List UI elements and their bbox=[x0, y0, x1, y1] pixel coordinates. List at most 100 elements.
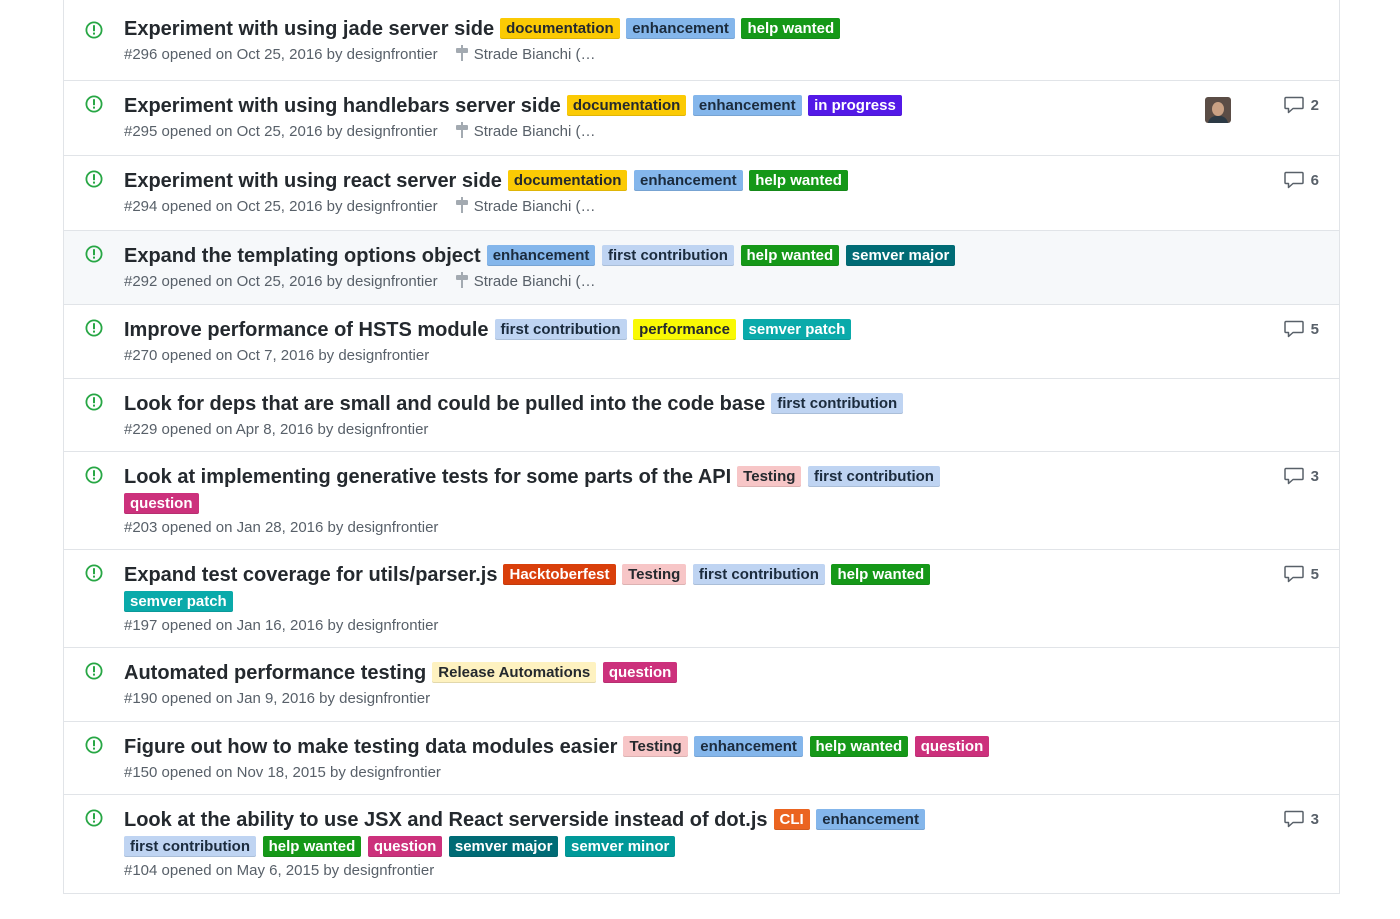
issue-title-link[interactable]: Look for deps that are small and could b… bbox=[124, 393, 765, 415]
comment-count: 5 bbox=[1310, 565, 1319, 583]
comment-icon bbox=[1283, 320, 1304, 338]
label-in-progress[interactable]: in progress bbox=[808, 95, 902, 116]
issue-opened-info: #203 opened on Jan 28, 2016 by designfro… bbox=[124, 519, 439, 536]
label-testing[interactable]: Testing bbox=[623, 736, 688, 757]
milestone-link[interactable]: Strade Bianchi (… bbox=[454, 122, 596, 140]
title-line: Experiment with using jade server side do… bbox=[124, 16, 1024, 42]
title-line: Automated performance testing Release Aut… bbox=[124, 660, 1024, 686]
label-performance[interactable]: performance bbox=[633, 319, 736, 340]
label-documentation[interactable]: documentation bbox=[500, 18, 620, 39]
issue-meta: #229 opened on Apr 8, 2016 by designfron… bbox=[124, 420, 1024, 440]
label-semver-major[interactable]: semver major bbox=[448, 836, 559, 857]
issue-title-link[interactable]: Improve performance of HSTS module bbox=[124, 319, 489, 341]
title-line: Look at the ability to use JSX and React… bbox=[124, 807, 1024, 833]
label-semver-patch[interactable]: semver patch bbox=[124, 591, 233, 612]
label-question[interactable]: question bbox=[602, 662, 678, 683]
issue-opened-icon bbox=[85, 466, 103, 484]
label-first-contribution[interactable]: first contribution bbox=[601, 245, 734, 266]
comments-link[interactable]: 3 bbox=[1283, 467, 1319, 485]
issue-meta: #270 opened on Oct 7, 2016 by designfron… bbox=[124, 346, 1024, 366]
label-first-contribution[interactable]: first contribution bbox=[771, 393, 904, 414]
title-line: Expand the templating options object enha… bbox=[124, 243, 1024, 269]
label-semver-patch[interactable]: semver patch bbox=[742, 319, 852, 340]
issue-row[interactable]: Automated performance testing Release Aut… bbox=[64, 647, 1339, 721]
label-testing[interactable]: Testing bbox=[622, 564, 687, 585]
issue-opened-info: #104 opened on May 6, 2015 by designfron… bbox=[124, 862, 435, 879]
milestone-label: Strade Bianchi (… bbox=[473, 46, 596, 63]
label-first-contribution[interactable]: first contribution bbox=[494, 319, 627, 340]
assignee-avatar[interactable] bbox=[1205, 97, 1231, 123]
issue-title-link[interactable]: Experiment with using jade server side bbox=[124, 18, 494, 40]
label-help-wanted[interactable]: help wanted bbox=[741, 18, 841, 39]
issue-row[interactable]: Improve performance of HSTS module first … bbox=[64, 304, 1339, 378]
comments-link[interactable]: 5 bbox=[1283, 565, 1319, 583]
label-cli[interactable]: CLI bbox=[773, 809, 810, 830]
issue-content: Improve performance of HSTS module first … bbox=[124, 317, 1024, 366]
comment-icon bbox=[1283, 810, 1304, 828]
milestone-link[interactable]: Strade Bianchi (… bbox=[454, 272, 596, 290]
avatar-shirt bbox=[1208, 116, 1228, 123]
issue-opened-info: #190 opened on Jan 9, 2016 by designfron… bbox=[124, 690, 431, 707]
issue-content: Look at the ability to use JSX and React… bbox=[124, 807, 1024, 881]
label-semver-major[interactable]: semver major bbox=[845, 245, 956, 266]
issue-title-link[interactable]: Look at the ability to use JSX and React… bbox=[124, 809, 768, 831]
comment-count: 3 bbox=[1310, 810, 1319, 828]
issue-title-link[interactable]: Expand test coverage for utils/parser.js bbox=[124, 564, 497, 586]
milestone-label: Strade Bianchi (… bbox=[473, 123, 596, 140]
label-enhancement[interactable]: enhancement bbox=[633, 170, 743, 191]
issue-row[interactable]: Look at implementing generative tests fo… bbox=[64, 451, 1339, 549]
issue-content: Expand the templating options object enha… bbox=[124, 243, 1024, 292]
label-help-wanted[interactable]: help wanted bbox=[740, 245, 840, 266]
issue-row[interactable]: Experiment with using react server side d… bbox=[64, 155, 1339, 230]
label-first-contribution[interactable]: first contribution bbox=[807, 466, 940, 487]
title-line: Figure out how to make testing data modu… bbox=[124, 734, 1024, 760]
label-release-automations[interactable]: Release Automations bbox=[432, 662, 597, 683]
milestone-label: Strade Bianchi (… bbox=[473, 273, 596, 290]
issue-row[interactable]: Look for deps that are small and could b… bbox=[64, 378, 1339, 451]
issue-row[interactable]: Expand test coverage for utils/parser.js… bbox=[64, 549, 1339, 647]
issue-opened-info: #296 opened on Oct 25, 2016 by designfro… bbox=[124, 46, 438, 63]
issue-title-link[interactable]: Figure out how to make testing data modu… bbox=[124, 736, 617, 758]
issue-opened-info: #229 opened on Apr 8, 2016 by designfron… bbox=[124, 421, 429, 438]
label-enhancement[interactable]: enhancement bbox=[816, 809, 925, 830]
issue-title-link[interactable]: Automated performance testing bbox=[124, 662, 426, 684]
issue-meta: #294 opened on Oct 25, 2016 by designfro… bbox=[124, 197, 1024, 217]
label-question[interactable]: question bbox=[367, 836, 443, 857]
label-first-contribution[interactable]: first contribution bbox=[124, 836, 256, 857]
label-documentation[interactable]: documentation bbox=[507, 170, 628, 191]
issue-opened-icon bbox=[85, 245, 103, 263]
comments-link[interactable]: 5 bbox=[1283, 320, 1319, 338]
issue-title-link[interactable]: Experiment with using react server side bbox=[124, 170, 502, 192]
issue-row[interactable]: Expand the templating options object enha… bbox=[64, 230, 1339, 304]
milestone-link[interactable]: Strade Bianchi (… bbox=[454, 197, 595, 215]
label-enhancement[interactable]: enhancement bbox=[692, 95, 802, 116]
issue-row[interactable]: Experiment with using handlebars server … bbox=[64, 80, 1339, 155]
label-hacktoberfest[interactable]: Hacktoberfest bbox=[503, 564, 616, 585]
issue-title-link[interactable]: Experiment with using handlebars server … bbox=[124, 95, 561, 117]
label-enhancement[interactable]: enhancement bbox=[486, 245, 596, 266]
issue-row[interactable]: Figure out how to make testing data modu… bbox=[64, 721, 1339, 794]
issue-title-link[interactable]: Look at implementing generative tests fo… bbox=[124, 466, 731, 488]
comments-link[interactable]: 2 bbox=[1283, 96, 1319, 114]
label-first-contribution[interactable]: first contribution bbox=[692, 564, 825, 585]
label-semver-minor[interactable]: semver minor bbox=[565, 836, 676, 857]
issue-title-link[interactable]: Expand the templating options object bbox=[124, 245, 481, 267]
comments-link[interactable]: 6 bbox=[1283, 171, 1319, 189]
issue-row[interactable]: Look at the ability to use JSX and React… bbox=[64, 794, 1339, 893]
label-help-wanted[interactable]: help wanted bbox=[262, 836, 362, 857]
issue-row[interactable]: Experiment with using jade server side do… bbox=[64, 0, 1339, 80]
comments-link[interactable]: 3 bbox=[1283, 810, 1319, 828]
label-testing[interactable]: Testing bbox=[737, 466, 802, 487]
label-question[interactable]: question bbox=[124, 493, 199, 514]
label-enhancement[interactable]: enhancement bbox=[626, 18, 735, 39]
milestone-link[interactable]: Strade Bianchi (… bbox=[454, 45, 596, 63]
label-question[interactable]: question bbox=[914, 736, 990, 757]
comment-count: 5 bbox=[1310, 320, 1319, 338]
title-line: Improve performance of HSTS module first … bbox=[124, 317, 1024, 343]
label-enhancement[interactable]: enhancement bbox=[694, 736, 803, 757]
label-help-wanted[interactable]: help wanted bbox=[831, 564, 931, 585]
label-help-wanted[interactable]: help wanted bbox=[809, 736, 909, 757]
comment-count: 3 bbox=[1310, 467, 1319, 485]
label-help-wanted[interactable]: help wanted bbox=[749, 170, 848, 191]
label-documentation[interactable]: documentation bbox=[566, 95, 687, 116]
